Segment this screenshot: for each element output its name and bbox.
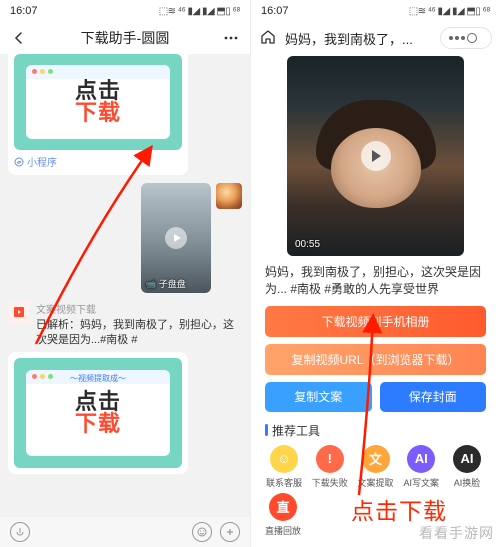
tools-header: 推荐工具 bbox=[251, 420, 500, 445]
status-time-r: 16:07 bbox=[261, 5, 289, 17]
extract-banner: ～视频提取成～ bbox=[70, 373, 126, 384]
status-bar-r: 16:07 ⬚≋ ⁴⁶ ▮◢ ▮◢ ⬒▯ ⁶⁸ bbox=[251, 0, 500, 22]
more-button[interactable] bbox=[220, 27, 242, 49]
tool-icon: ☺ bbox=[270, 445, 298, 473]
tools-row-2: 直 直播回放 bbox=[251, 493, 500, 537]
plus-button[interactable] bbox=[220, 522, 240, 542]
chat-area: 点击 下载 小程序 📹 子盘盘 文案视频下载 已解析：妈妈，我到南极了， bbox=[0, 54, 250, 517]
tool-item[interactable]: ☺ 联系客服 bbox=[265, 445, 303, 489]
play-icon bbox=[165, 227, 187, 249]
thumb-caption: 📹 子盘盘 bbox=[145, 277, 186, 290]
tool-item[interactable]: AI AI写文案 bbox=[402, 445, 440, 489]
parser-app-icon bbox=[8, 301, 30, 323]
tool-label: 直播回放 bbox=[265, 524, 301, 537]
capsule-close-icon bbox=[467, 33, 477, 43]
left-screen: 16:07 ⬚≋ ⁴⁶ ▮◢ ▮◢ ⬒▯ ⁶⁸ 下载助手-圆圆 点击 下载 小程… bbox=[0, 0, 250, 547]
video-duration: 00:55 bbox=[295, 239, 320, 250]
chat-title: 下载助手-圆圆 bbox=[30, 28, 220, 48]
status-bar: 16:07 ⬚≋ ⁴⁶ ▮◢ ▮◢ ⬒▯ ⁶⁸ bbox=[0, 0, 250, 22]
parse-result: 文案视频下载 已解析：妈妈，我到南极了，别担心，这次哭是因为...#南极 # bbox=[8, 301, 242, 348]
card-footer: 小程序 bbox=[14, 154, 182, 169]
tool-label: AI换脸 bbox=[454, 476, 481, 489]
miniprogram-icon bbox=[14, 157, 24, 167]
tool-item[interactable]: 文文案提取 bbox=[357, 445, 395, 489]
voice-button[interactable] bbox=[10, 522, 30, 542]
page-header: 妈妈，我到南极了，... bbox=[251, 22, 500, 54]
back-button[interactable] bbox=[8, 27, 30, 49]
tool-label: 联系客服 bbox=[266, 476, 302, 489]
promo-line1: 点击 bbox=[75, 80, 121, 102]
emoji-button[interactable] bbox=[192, 522, 212, 542]
tool-label: 下载失败 bbox=[312, 476, 348, 489]
outgoing-message: 📹 子盘盘 bbox=[8, 183, 242, 293]
video-preview[interactable]: 00:55 bbox=[287, 56, 464, 256]
tool-icon: AI bbox=[407, 445, 435, 473]
tool-item[interactable]: AI AI换脸 bbox=[448, 445, 486, 489]
status-time: 16:07 bbox=[10, 5, 38, 17]
capsule-more-icon bbox=[455, 36, 459, 40]
right-screen: 16:07 ⬚≋ ⁴⁶ ▮◢ ▮◢ ⬒▯ ⁶⁸ 妈妈，我到南极了，... 00:… bbox=[250, 0, 500, 547]
status-icons-r: ⬚≋ ⁴⁶ ▮◢ ▮◢ ⬒▯ ⁶⁸ bbox=[409, 6, 490, 17]
parse-source: 文案视频下载 bbox=[36, 301, 242, 316]
tool-live-replay[interactable]: 直 直播回放 bbox=[265, 493, 301, 537]
promo2-line2: 下载 bbox=[75, 413, 121, 435]
promo-line2: 下载 bbox=[75, 102, 121, 124]
promo-card-bottom[interactable]: ～视频提取成～ 点击 下载 bbox=[8, 352, 188, 474]
tool-icon: AI bbox=[453, 445, 481, 473]
page-title: 妈妈，我到南极了，... bbox=[285, 29, 434, 48]
download-video-button[interactable]: 下载视频到手机相册 bbox=[265, 306, 486, 337]
play-icon bbox=[361, 141, 391, 171]
promo2-line1: 点击 bbox=[75, 391, 121, 413]
tools-row: ☺联系客服!下载失败文文案提取AIAI写文案AIAI换脸 bbox=[251, 445, 500, 493]
tool-label: 文案提取 bbox=[357, 476, 393, 489]
parse-text: 已解析：妈妈，我到南极了，别担心，这次哭是因为...#南极 # bbox=[36, 318, 242, 348]
tool-item[interactable]: ! 下载失败 bbox=[311, 445, 349, 489]
tool-icon: 文 bbox=[362, 445, 390, 473]
title-bar: 下载助手-圆圆 bbox=[0, 22, 250, 54]
chat-input-bar bbox=[0, 517, 250, 547]
user-avatar[interactable] bbox=[216, 183, 242, 209]
home-button[interactable] bbox=[259, 28, 279, 48]
tool-label: AI写文案 bbox=[403, 476, 439, 489]
promo-card-top[interactable]: 点击 下载 小程序 bbox=[8, 54, 188, 175]
copy-url-button[interactable]: 复制视频URL（到浏览器下载） bbox=[265, 344, 486, 375]
copy-text-button[interactable]: 复制文案 bbox=[265, 382, 372, 412]
status-icons: ⬚≋ ⁴⁶ ▮◢ ▮◢ ⬒▯ ⁶⁸ bbox=[159, 6, 240, 17]
save-cover-button[interactable]: 保存封面 bbox=[380, 382, 487, 412]
video-caption: 妈妈，我到南极了，别担心，这次哭是因为... #南极 #勇敢的人先享受世界 bbox=[251, 262, 500, 306]
tool-icon: ! bbox=[316, 445, 344, 473]
miniprogram-capsule[interactable] bbox=[440, 27, 492, 49]
tool-icon: 直 bbox=[269, 493, 297, 521]
video-thumbnail[interactable]: 📹 子盘盘 bbox=[141, 183, 211, 293]
